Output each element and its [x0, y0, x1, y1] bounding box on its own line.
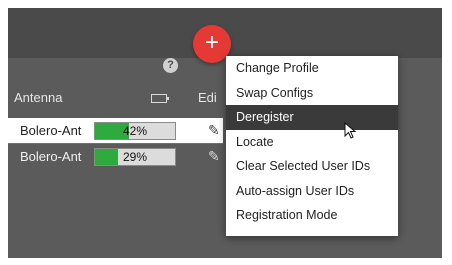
antenna-column-header: Antenna — [14, 90, 63, 105]
help-icon[interactable]: ? — [163, 58, 178, 73]
menu-item-locate[interactable]: Locate — [226, 130, 398, 155]
menu-item-registration-mode[interactable]: Registration Mode — [226, 203, 398, 228]
menu-item-deregister[interactable]: Deregister — [226, 105, 398, 130]
battery-bar: 42% — [94, 122, 176, 140]
device-name: Bolero-Ant — [20, 149, 82, 164]
menu-item-swap-configs[interactable]: Swap Configs — [226, 81, 398, 106]
edit-column-header: Edi — [198, 90, 217, 105]
context-menu: Change Profile Swap Configs Deregister L… — [226, 56, 398, 236]
battery-icon — [151, 94, 169, 103]
menu-item-auto-assign-user-ids[interactable]: Auto-assign User IDs — [226, 179, 398, 204]
table-row[interactable]: Bolero-Ant 42% ✎ — [8, 118, 223, 144]
menu-item-change-profile[interactable]: Change Profile — [226, 56, 398, 81]
battery-text: 29% — [122, 150, 148, 164]
pencil-icon[interactable]: ✎ — [208, 148, 220, 164]
device-name: Bolero-Ant — [20, 123, 82, 138]
battery-text: 42% — [122, 124, 148, 138]
table-row[interactable]: Bolero-Ant 29% ✎ — [8, 143, 223, 170]
screenshot-frame: ? Antenna Edi Bolero-Ant 42% ✎ Bolero-An… — [8, 8, 442, 258]
menu-item-clear-selected-user-ids[interactable]: Clear Selected User IDs — [226, 154, 398, 179]
battery-bar: 29% — [94, 148, 176, 166]
cursor-icon — [344, 122, 357, 139]
pencil-icon[interactable]: ✎ — [208, 122, 220, 138]
